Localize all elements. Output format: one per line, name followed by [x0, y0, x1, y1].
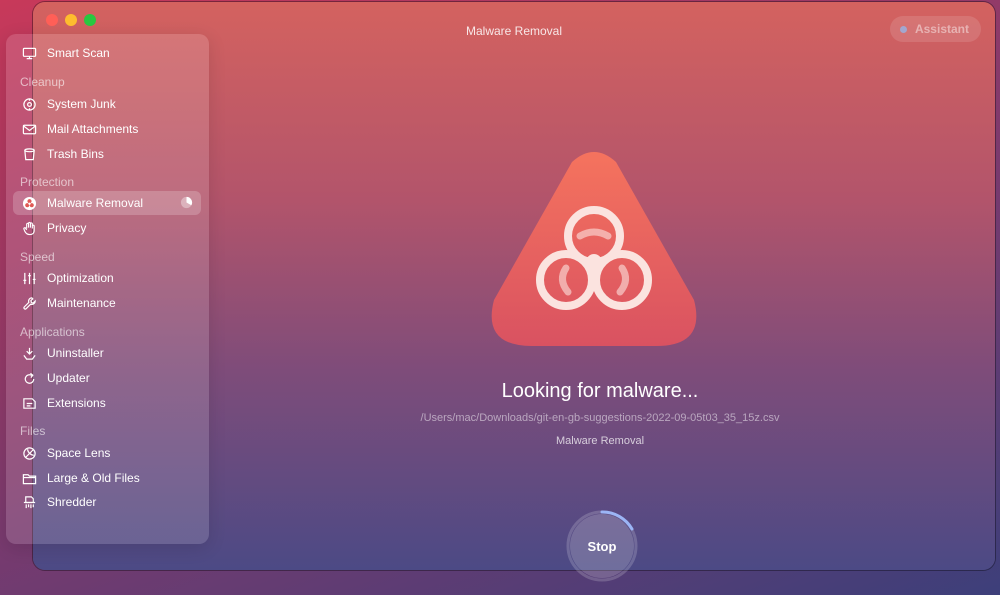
- minimize-window-button[interactable]: [65, 14, 77, 26]
- sidebar-item-smart-scan[interactable]: Smart Scan: [13, 41, 201, 65]
- sidebar-item-label: Extensions: [47, 396, 106, 410]
- assistant-button[interactable]: Assistant: [889, 16, 981, 42]
- sidebar-item-shredder[interactable]: Shredder: [13, 490, 201, 514]
- extensions-icon: [19, 393, 39, 413]
- sidebar-item-label: Space Lens: [47, 446, 111, 460]
- sidebar-item-label: System Junk: [47, 97, 116, 111]
- sidebar-item-mail-attachments[interactable]: Mail Attachments: [13, 117, 201, 141]
- monitor-icon: [19, 43, 39, 63]
- section-header-cleanup: Cleanup: [20, 75, 65, 89]
- sidebar-item-privacy[interactable]: Privacy: [13, 216, 201, 240]
- hand-icon: [19, 218, 39, 238]
- scan-progress-icon: [180, 196, 193, 209]
- close-window-button[interactable]: [46, 14, 58, 26]
- zoom-window-button[interactable]: [84, 14, 96, 26]
- sidebar-item-label: Optimization: [47, 271, 114, 285]
- biohazard-triangle-icon: [491, 152, 697, 346]
- stop-button[interactable]: Stop: [570, 514, 634, 578]
- sidebar-item-large-old-files[interactable]: Large & Old Files: [13, 466, 201, 490]
- window-controls: [46, 14, 96, 26]
- uninstaller-icon: [19, 343, 39, 363]
- folder-icon: [19, 468, 39, 488]
- assistant-label: Assistant: [914, 22, 969, 36]
- stop-control: Stop: [565, 509, 639, 583]
- sidebar-item-label: Privacy: [47, 221, 87, 235]
- sliders-icon: [19, 268, 39, 288]
- sidebar-item-label: Trash Bins: [47, 147, 104, 161]
- wrench-icon: [19, 293, 39, 313]
- sidebar-item-label: Shredder: [47, 495, 97, 509]
- sidebar-item-system-junk[interactable]: System Junk: [13, 92, 201, 116]
- sidebar-item-malware-removal[interactable]: Malware Removal: [13, 191, 201, 215]
- sidebar: Smart Scan Cleanup System Junk Mail Atta…: [6, 34, 209, 544]
- section-header-speed: Speed: [20, 250, 55, 264]
- sidebar-item-label: Uninstaller: [47, 346, 104, 360]
- sidebar-item-label: Large & Old Files: [47, 471, 140, 485]
- section-header-applications: Applications: [20, 325, 85, 339]
- sidebar-item-uninstaller[interactable]: Uninstaller: [13, 341, 201, 365]
- sidebar-item-label: Updater: [47, 371, 90, 385]
- biohazard-icon: [19, 193, 39, 213]
- sidebar-item-optimization[interactable]: Optimization: [13, 266, 201, 290]
- hard-drive-icon: [19, 94, 39, 114]
- sidebar-item-space-lens[interactable]: Space Lens: [13, 441, 201, 465]
- sidebar-item-label: Maintenance: [47, 296, 116, 310]
- sidebar-item-label: Mail Attachments: [47, 122, 139, 136]
- section-header-protection: Protection: [20, 175, 75, 189]
- sidebar-item-maintenance[interactable]: Maintenance: [13, 291, 201, 315]
- sidebar-item-extensions[interactable]: Extensions: [13, 391, 201, 415]
- sidebar-item-label: Smart Scan: [47, 46, 110, 60]
- space-lens-icon: [19, 443, 39, 463]
- section-header-files: Files: [20, 424, 46, 438]
- sidebar-item-trash-bins[interactable]: Trash Bins: [13, 142, 201, 166]
- assistant-status-dot-icon: [899, 25, 907, 33]
- trash-icon: [19, 144, 39, 164]
- updater-icon: [19, 368, 39, 388]
- shredder-icon: [19, 492, 39, 512]
- sidebar-item-updater[interactable]: Updater: [13, 366, 201, 390]
- sidebar-item-label: Malware Removal: [47, 196, 144, 210]
- envelope-icon: [19, 119, 39, 139]
